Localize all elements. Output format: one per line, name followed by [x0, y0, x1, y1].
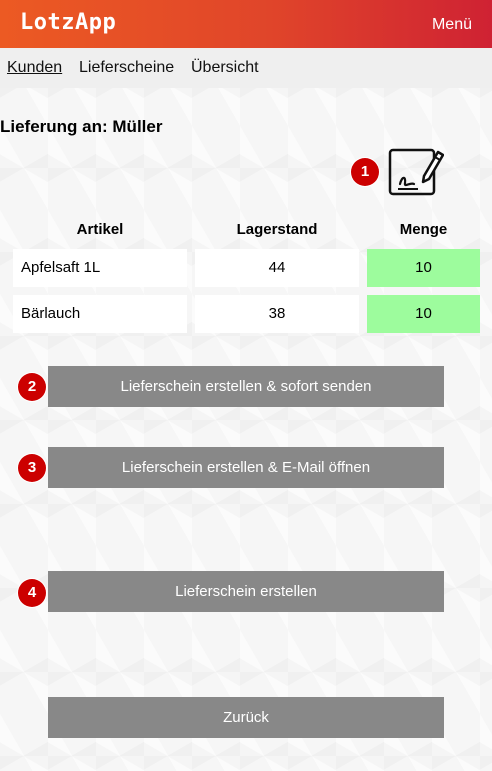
sub-navigation: Kunden Lieferscheine Übersicht [0, 48, 492, 88]
create-and-send-button[interactable]: Lieferschein erstellen & sofort senden [48, 366, 444, 407]
signature-pen-icon[interactable] [388, 146, 445, 200]
table-cell-stock: 38 [195, 295, 359, 333]
menu-button[interactable]: Menü [432, 16, 472, 34]
step-badge-4: 4 [18, 579, 46, 607]
step-badge-1: 1 [351, 158, 379, 186]
nav-item-lieferscheine[interactable]: Lieferscheine [79, 59, 174, 77]
app-title: LotzApp [20, 10, 117, 35]
column-header-stock: Lagerstand [236, 221, 318, 238]
step-badge-2: 2 [18, 373, 46, 401]
nav-item-uebersicht[interactable]: Übersicht [191, 59, 259, 77]
column-header-quantity: Menge [399, 221, 448, 238]
table-cell-stock: 44 [195, 249, 359, 287]
step-badge-3: 3 [18, 454, 46, 482]
create-and-open-email-button[interactable]: Lieferschein erstellen & E-Mail öffnen [48, 447, 444, 488]
quantity-cell[interactable]: 10 [367, 295, 480, 333]
app-header: LotzApp Menü [0, 0, 492, 48]
nav-item-kunden[interactable]: Kunden [7, 59, 62, 77]
table-cell-article: Apfelsaft 1L [13, 249, 187, 287]
page-title: Lieferung an: Müller [0, 117, 163, 136]
table-cell-article: Bärlauch [13, 295, 187, 333]
create-delivery-note-button[interactable]: Lieferschein erstellen [48, 571, 444, 612]
column-header-article: Artikel [76, 221, 124, 238]
quantity-cell[interactable]: 10 [367, 249, 480, 287]
back-button[interactable]: Zurück [48, 697, 444, 738]
